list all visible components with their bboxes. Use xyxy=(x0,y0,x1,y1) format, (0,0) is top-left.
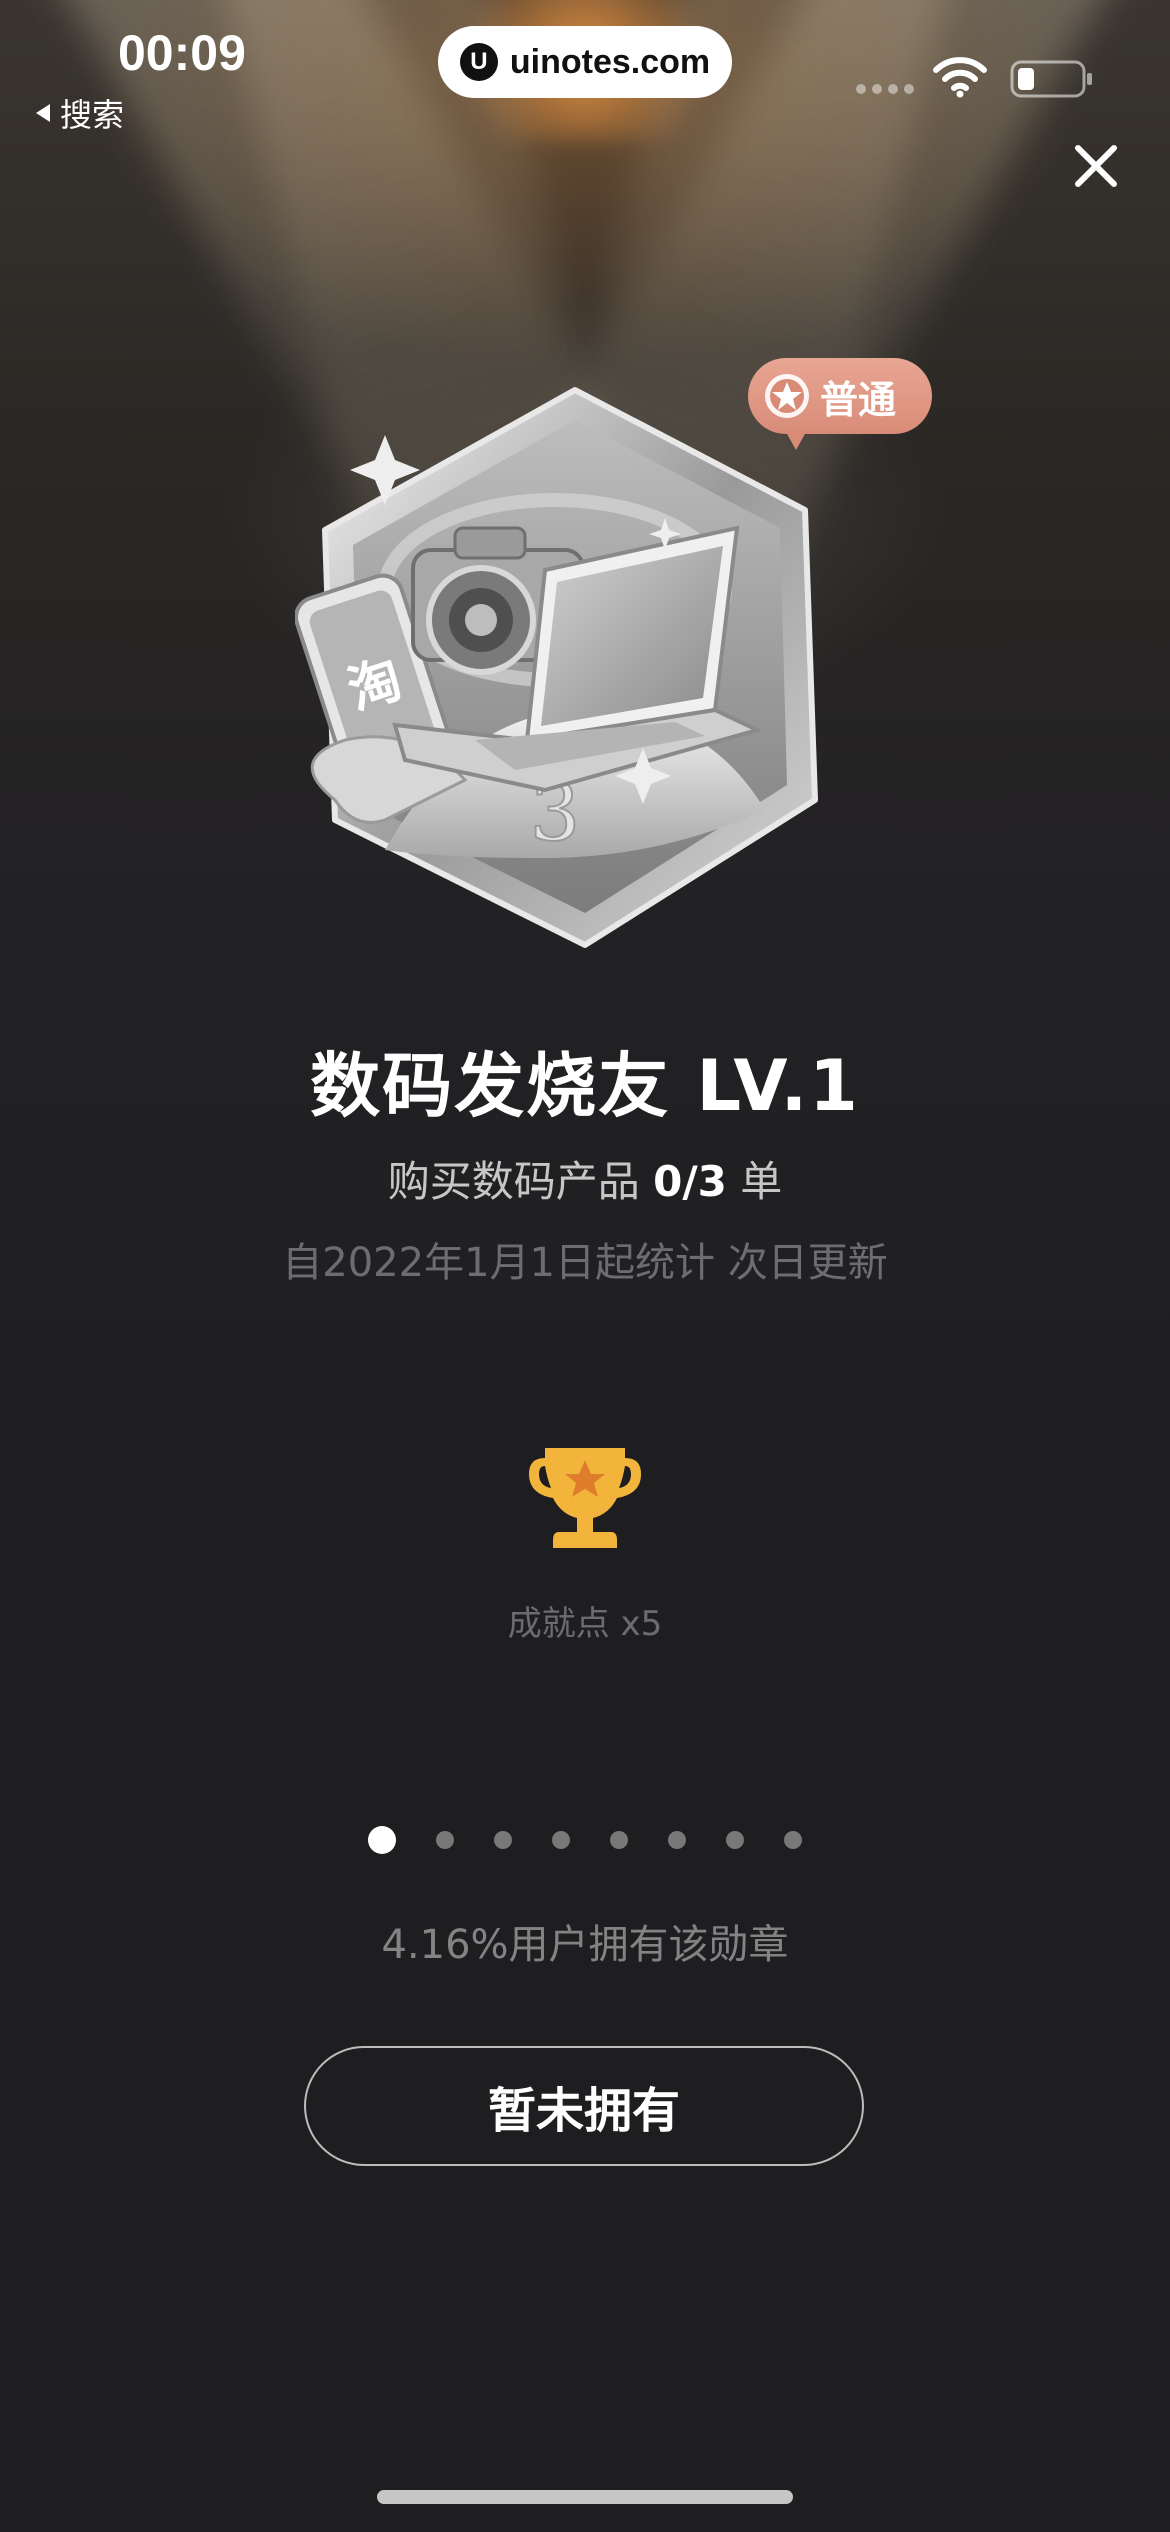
pager-dot[interactable] xyxy=(494,1831,512,1849)
pager-dot[interactable] xyxy=(552,1831,570,1849)
level-tag-tail xyxy=(786,432,806,450)
close-button[interactable] xyxy=(1066,136,1126,196)
ownership-rate: 4.16%用户拥有该勋章 xyxy=(381,1922,789,1968)
url-text: uinotes.com xyxy=(509,42,711,81)
back-link-label: 搜索 xyxy=(60,96,125,134)
badge-detail-screen: 00:09 搜索 U uinotes.com 淘 3 普通 数码发烧友 LV.1… xyxy=(0,0,1170,2532)
battery-icon xyxy=(1010,60,1092,98)
wifi-icon xyxy=(933,57,987,98)
back-to-search-link[interactable]: 搜索 xyxy=(36,90,124,136)
site-logo-icon: U xyxy=(459,43,498,81)
progress-count: 0/3 xyxy=(653,1157,727,1206)
pager-dot[interactable] xyxy=(668,1831,686,1849)
not-owned-button[interactable]: 暂未拥有 xyxy=(304,2046,864,2166)
badge-title: 数码发烧友 LV.1 xyxy=(310,1045,860,1127)
star-icon xyxy=(765,374,809,418)
status-time: 00:09 xyxy=(118,25,246,81)
digital-enthusiast-badge: 淘 3 xyxy=(295,387,818,948)
home-indicator[interactable] xyxy=(377,2490,793,2504)
stats-note: 自2022年1月1日起统计 次日更新 xyxy=(282,1240,888,1286)
pager-dot[interactable] xyxy=(726,1831,744,1849)
achievement-points: 成就点 x5 xyxy=(507,1604,663,1644)
back-arrow-icon xyxy=(36,104,50,122)
purchase-progress: 购买数码产品 0/3 单 xyxy=(0,1148,1170,1209)
level-tag: 普通 xyxy=(748,358,932,450)
pager-dot[interactable] xyxy=(784,1831,802,1849)
cellular-signal-icon xyxy=(856,84,914,94)
trophy-icon xyxy=(529,1448,641,1548)
pager-dot[interactable] xyxy=(610,1831,628,1849)
pager-dot[interactable] xyxy=(436,1831,454,1849)
pager-dot-active[interactable] xyxy=(368,1826,396,1854)
level-tag-label: 普通 xyxy=(820,377,897,422)
badge-pager[interactable] xyxy=(0,1826,1170,1854)
url-watermark: U uinotes.com xyxy=(438,26,732,98)
progress-prefix: 购买数码产品 xyxy=(387,1157,640,1206)
progress-suffix: 单 xyxy=(740,1157,783,1206)
close-icon xyxy=(1075,145,1117,187)
